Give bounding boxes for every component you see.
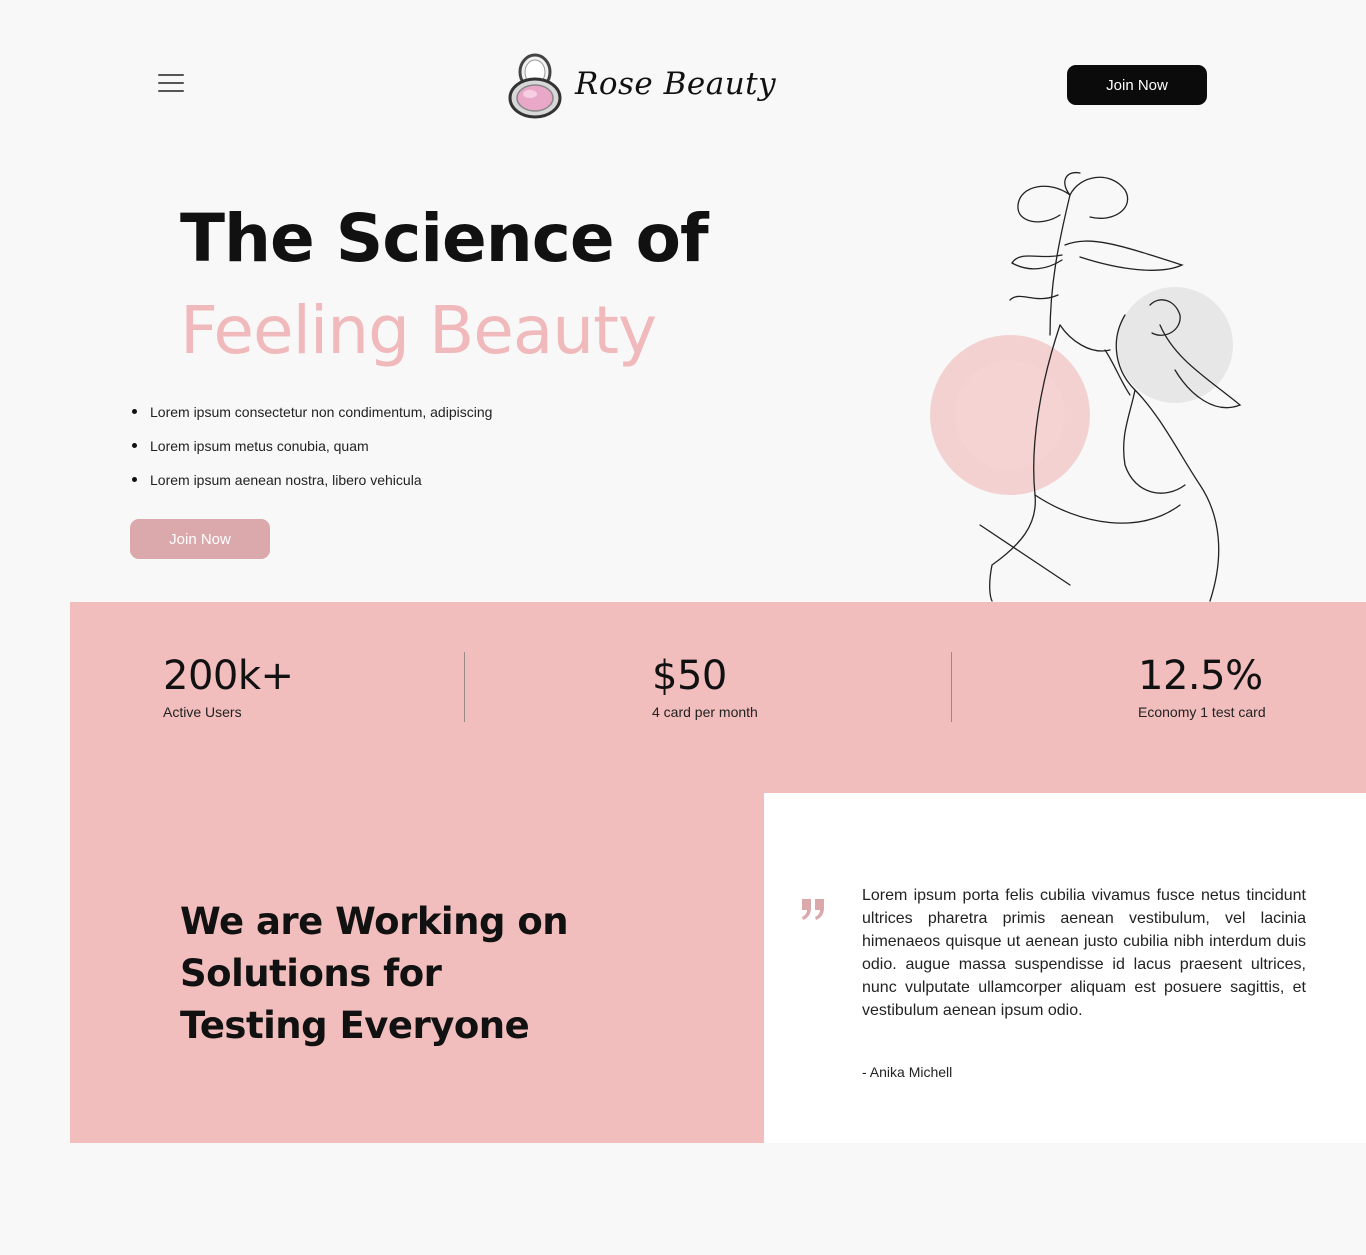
compact-mirror-logo-icon xyxy=(508,53,562,119)
stat-economy: 12.5% Economy 1 test card xyxy=(1138,656,1266,720)
stats-band: 200k+ Active Users $50 4 card per month … xyxy=(70,602,1366,793)
quote-mark-icon xyxy=(802,899,824,920)
mission-section: We are Working on Solutions for Testing … xyxy=(70,793,764,1143)
hero-feature-list: Lorem ipsum consectetur non condimentum,… xyxy=(132,402,492,504)
stat-divider xyxy=(464,652,465,722)
site-header: Rose Beauty Join Now xyxy=(0,0,1366,150)
header-join-now-button[interactable]: Join Now xyxy=(1067,65,1207,105)
stat-active-users: 200k+ Active Users xyxy=(163,656,294,720)
stat-label: Economy 1 test card xyxy=(1138,704,1266,720)
stat-divider xyxy=(951,652,952,722)
testimonial-text: Lorem ipsum porta felis cubilia vivamus … xyxy=(862,887,1306,1019)
testimonial-author: - Anika Michell xyxy=(862,1064,953,1080)
brand-logo[interactable]: Rose Beauty xyxy=(505,48,776,120)
mission-title: We are Working on Solutions for Testing … xyxy=(180,900,569,1047)
stat-value: $50 xyxy=(652,653,727,699)
list-item: Lorem ipsum consectetur non condimentum,… xyxy=(132,402,492,436)
list-item: Lorem ipsum metus conubia, quam xyxy=(132,436,492,470)
hero-title: The Science of xyxy=(180,200,709,277)
stat-label: Active Users xyxy=(163,704,242,720)
brand-name: Rose Beauty xyxy=(575,66,777,102)
stat-value: 200k+ xyxy=(163,653,294,699)
line-art-woman-with-flowers-illustration xyxy=(930,171,1242,602)
list-item: Lorem ipsum aenean nostra, libero vehicu… xyxy=(132,470,492,504)
stat-label: 4 card per month xyxy=(652,704,758,720)
stat-value: 12.5% xyxy=(1138,653,1263,699)
hamburger-menu-icon[interactable] xyxy=(158,74,184,94)
hero-title-accent: Feeling Beauty xyxy=(180,292,657,369)
testimonial-panel: Lorem ipsum porta felis cubilia vivamus … xyxy=(764,793,1366,1143)
stat-price: $50 4 card per month xyxy=(652,656,758,720)
hero-join-now-button[interactable]: Join Now xyxy=(130,519,270,559)
